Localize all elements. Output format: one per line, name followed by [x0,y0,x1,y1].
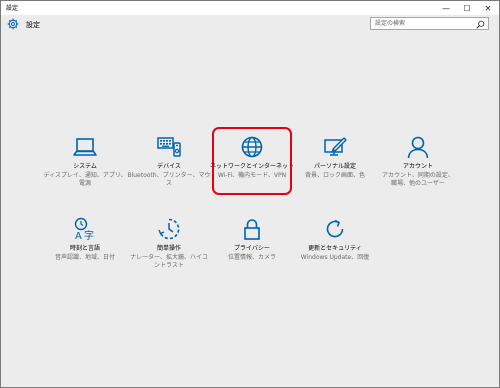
gear-icon [7,18,19,30]
page-title: 設定 [26,21,40,29]
tile-description: Bluetooth、プリンター、マウ ス [127,172,211,187]
tile-description: ナレーター、拡大鏡、ハイコ ントラスト [130,254,208,269]
laptop-icon [73,138,97,156]
svg-text:字: 字 [84,229,94,241]
tile-description: Windows Update、回復 [300,254,370,261]
tile-system[interactable]: システム ディスプレイ、通知、アプリ、 電源 [43,135,127,188]
tile-privacy[interactable]: プライバシー 位置情報、カメラ [210,217,294,262]
tile-personalization[interactable]: パーソナル設定 背景、ロック画面、色 [293,135,377,180]
minimize-button[interactable]: — [436,1,456,15]
window-title: 設定 [6,5,19,12]
tile-description: ディスプレイ、通知、アプリ、 電源 [43,172,127,187]
title-bar: 設定 — ☐ ✕ [1,1,499,15]
highlight-frame [212,127,292,195]
update-icon [326,219,344,238]
tile-label: パーソナル設定 [313,163,356,170]
tile-label: 簡単操作 [156,245,181,252]
close-button[interactable]: ✕ [478,1,498,15]
tile-description: 音声認識、地域、日付 [54,254,115,261]
tile-time-language[interactable]: A 字 時刻と言語 音声認識、地域、日付 [43,217,127,262]
maximize-button[interactable]: ☐ [457,1,477,15]
tile-description: 背景、ロック画面、色 [304,172,365,179]
tile-ease-of-access[interactable]: 簡単操作 ナレーター、拡大鏡、ハイコ ントラスト [127,217,211,270]
tile-label: システム [73,163,97,170]
personalization-icon [324,137,347,156]
settings-window: 設定 — ☐ ✕ 設定 システム ディスプ [0,0,500,388]
search-icon[interactable] [476,20,485,29]
ease-of-access-icon [158,218,180,240]
lock-icon [244,219,260,240]
svg-text:A: A [75,231,82,241]
tile-accounts[interactable]: アカウント アカウント、同期の設定、 職場、他のユーザー [376,135,460,188]
tile-label: プライバシー [234,245,270,252]
tile-devices[interactable]: デバイス Bluetooth、プリンター、マウ ス [127,135,211,188]
tile-description: アカウント、同期の設定、 職場、他のユーザー [382,172,454,187]
tile-update-security[interactable]: 更新とセキュリティ Windows Update、回復 [293,217,377,262]
search-box[interactable] [370,17,489,30]
account-icon [407,136,429,159]
search-input[interactable] [371,18,471,29]
tile-label: 時刻と言語 [69,245,100,252]
devices-icon [157,137,181,157]
tile-description: 位置情報、カメラ [227,254,276,261]
tile-label: デバイス [157,163,181,170]
time-language-icon: A 字 [74,217,94,241]
tile-label: アカウント [402,163,433,170]
tile-label: 更新とセキュリティ [308,245,362,252]
